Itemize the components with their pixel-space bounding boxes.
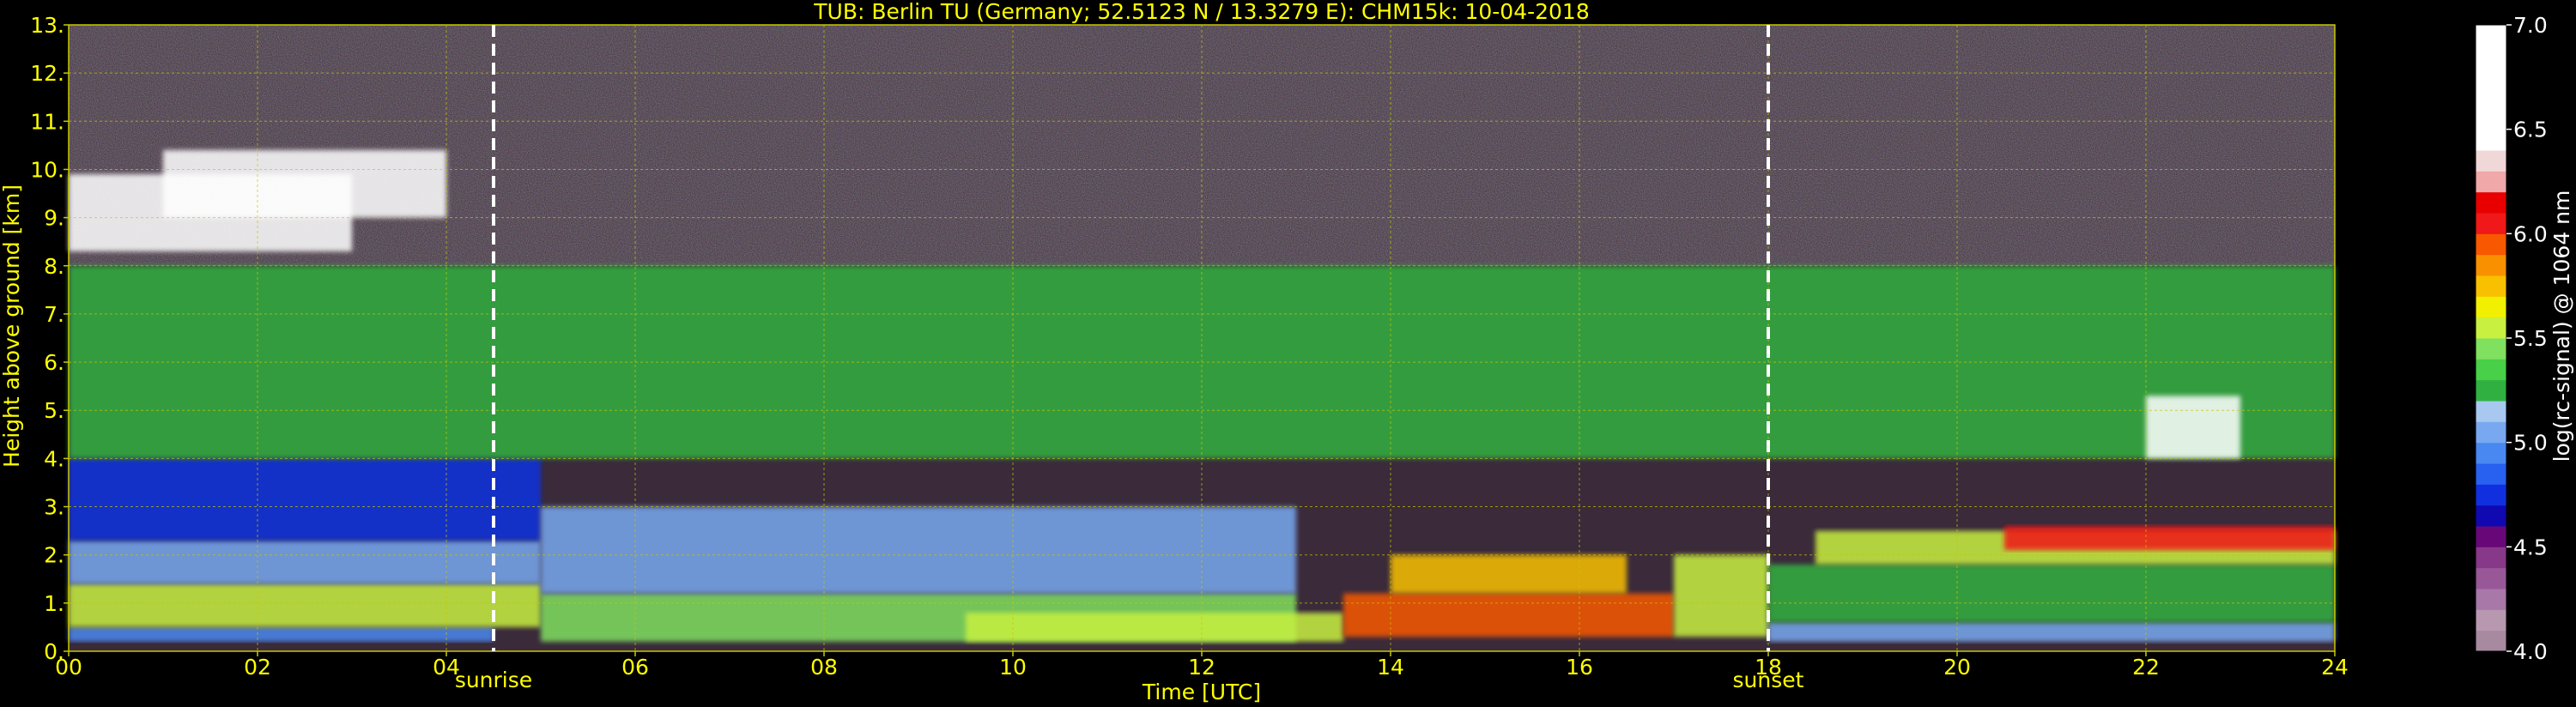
x-tick-label: 16 [1566,655,1593,680]
backscatter-layer [966,613,1343,642]
y-tick-label: 6. [44,350,64,375]
colorbar-swatch [2476,171,2506,193]
y-tick-label: 2. [44,543,64,568]
colorbar-swatch [2476,233,2506,256]
backscatter-layer [69,540,541,584]
colorbar-swatch [2476,421,2506,444]
colorbar-swatch [2476,463,2506,485]
y-tick-label: 11. [30,109,64,134]
backscatter-layer [1674,554,1768,638]
colorbar-tick-label: 6.0 [2513,221,2548,246]
colorbar-swatch [2476,379,2506,402]
colorbar-swatch [2476,296,2506,318]
x-tick-label: 20 [1943,655,1971,680]
y-tick-label: 1. [44,591,64,616]
x-tick-label: 04 [433,655,460,680]
chart-title: TUB: Berlin TU (Germany; 52.5123 N / 13.… [813,0,1590,24]
colorbar-tick-label: 4.5 [2513,535,2548,559]
backscatter-layer [69,458,541,541]
colorbar-tick-label: 6.5 [2513,118,2548,142]
colorbar-swatch [2476,401,2506,422]
y-tick-label: 13. [30,13,64,38]
colorbar-swatch [2476,129,2506,151]
colorbar-swatch [2476,609,2506,631]
backscatter-layer [163,150,446,218]
colorbar-swatch [2476,442,2506,464]
colorbar-swatch [2476,25,2506,46]
y-tick-label: 10. [30,157,64,182]
annotation-label: sunrise [455,668,532,692]
colorbar-swatch [2476,338,2506,360]
colorbar-swatch [2476,589,2506,610]
x-tick-label: 06 [621,655,649,680]
colorbar-swatch [2476,505,2506,527]
y-tick-label: 12. [30,61,64,86]
colorbar-swatch [2476,484,2506,506]
backscatter-layer [1768,564,2335,623]
x-tick-label: 24 [2321,655,2349,680]
colorbar-swatch [2476,108,2506,130]
colorbar-swatch [2476,526,2506,547]
colorbar-tick-label: 7.0 [2513,13,2548,38]
x-tick-label: 12 [1188,655,1215,680]
colorbar-swatch [2476,275,2506,297]
backscatter-layer [69,626,494,642]
colorbar-label: log(rc-signal) @ 1064 nm [2549,190,2574,462]
colorbar-tick-label: 5.0 [2513,431,2548,456]
lidar-quicklook-chart: TUB: Berlin TU (Germany; 52.5123 N / 13.… [0,0,2576,707]
colorbar-swatch [2476,317,2506,339]
colorbar-swatch [2476,359,2506,381]
colorbar-swatch [2476,567,2506,589]
y-axis-label: Height above ground [km] [0,184,24,468]
x-tick-label: 10 [999,655,1027,680]
y-tick-label: 0. [44,639,64,664]
colorbar-tick-label: 5.5 [2513,326,2548,351]
backscatter-layer [1391,554,1627,594]
colorbar-swatch [2476,45,2506,68]
backscatter-layer [2146,396,2240,459]
colorbar-swatch [2476,88,2506,109]
x-tick-label: 18 [1755,655,1782,680]
y-tick-label: 5. [44,398,64,423]
y-tick-label: 8. [44,254,64,279]
backscatter-layer [1343,593,1674,638]
colorbar-swatch [2476,191,2506,214]
x-tick-label: 14 [1377,655,1404,680]
x-tick-label: 22 [2132,655,2160,680]
backscatter-layer [541,506,1296,594]
colorbar-swatch [2476,66,2506,88]
colorbar-tick-label: 4.0 [2513,639,2548,664]
colorbar-swatch [2476,547,2506,569]
x-tick-label: 02 [244,655,271,680]
backscatter-layer [69,583,541,627]
backscatter-layer [2004,526,2335,551]
colorbar-swatch [2476,213,2506,234]
colorbar-swatch [2476,150,2506,172]
x-axis-label: Time [UTC] [1142,680,1261,704]
colorbar-swatch [2476,254,2506,276]
y-tick-label: 7. [44,302,64,327]
colorbar-swatch [2476,630,2506,652]
y-tick-label: 9. [44,206,64,231]
y-tick-label: 3. [44,495,64,520]
y-tick-label: 4. [44,446,64,471]
backscatter-layer [1768,622,2335,642]
x-tick-label: 08 [810,655,838,680]
